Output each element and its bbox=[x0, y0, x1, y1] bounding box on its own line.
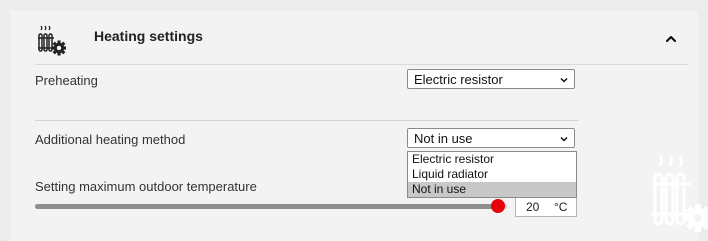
preheating-select[interactable]: Electric resistor bbox=[407, 69, 575, 89]
slider-fill bbox=[35, 204, 498, 209]
temp-unit: °C bbox=[554, 200, 568, 214]
max-outdoor-temp-slider[interactable] bbox=[35, 199, 507, 213]
radiator-gear-icon bbox=[652, 155, 708, 232]
max-outdoor-temp-input[interactable]: 20 °C bbox=[515, 196, 577, 217]
option-electric-resistor[interactable]: Electric resistor bbox=[408, 152, 576, 167]
option-not-in-use[interactable]: Not in use bbox=[408, 182, 576, 197]
chevron-down-icon bbox=[560, 136, 568, 142]
chevron-down-icon bbox=[560, 77, 568, 83]
additional-heating-label: Additional heating method bbox=[35, 132, 186, 147]
chevron-up-icon[interactable] bbox=[664, 33, 678, 45]
panel-header[interactable]: Heating settings bbox=[10, 10, 698, 65]
panel-title: Heating settings bbox=[94, 28, 203, 44]
heating-settings-panel: Heating settings Preheating Electric res… bbox=[10, 10, 708, 241]
section-divider bbox=[35, 120, 579, 121]
additional-heating-options[interactable]: Electric resistor Liquid radiator Not in… bbox=[407, 151, 577, 198]
radiator-gear-icon bbox=[38, 25, 66, 56]
additional-heating-select[interactable]: Not in use bbox=[407, 128, 575, 148]
slider-thumb[interactable] bbox=[490, 199, 505, 213]
temp-value: 20 bbox=[526, 200, 540, 214]
preheating-selected-value: Electric resistor bbox=[414, 72, 503, 87]
header-divider bbox=[35, 64, 688, 65]
preheating-label: Preheating bbox=[35, 73, 98, 88]
additional-heating-selected-value: Not in use bbox=[414, 131, 473, 146]
option-liquid-radiator[interactable]: Liquid radiator bbox=[408, 167, 576, 182]
max-outdoor-temp-label: Setting maximum outdoor temperature bbox=[35, 179, 257, 194]
